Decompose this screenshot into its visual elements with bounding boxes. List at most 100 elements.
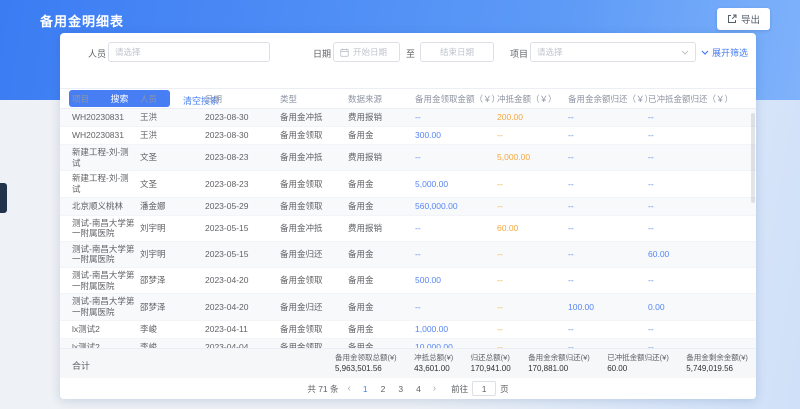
export-label: 导出 <box>741 12 760 26</box>
cell-offset_return: -- <box>648 338 756 348</box>
date-end-input[interactable]: 结束日期 <box>420 42 494 62</box>
cell-offset_return: -- <box>648 127 756 145</box>
col-balance-return: 备用金余额归还（￥） <box>568 89 648 109</box>
table-row[interactable]: 测试-南昌大学第一附属医院邵梦泽2023-04-20备用金领取备用金500.00… <box>60 268 756 294</box>
page-numbers: 1234 <box>360 384 424 394</box>
data-table: 项目 人员 日期 类型 数据来源 备用金领取金额（￥） 冲抵金额（￥） 备用金余… <box>60 88 756 348</box>
summary-remaining-total: 备用金剩余金额(¥) 5,749,019.56 <box>686 352 748 373</box>
main-card: 人员 日期 开始日期 至 结束日期 项目 请选择 <box>60 33 756 399</box>
cell-person: 文圣 <box>140 171 205 197</box>
cell-type: 备用金领取 <box>280 338 348 348</box>
cell-offset_return: -- <box>648 171 756 197</box>
summary-row: 合计 备用金领取总额(¥) 5,963,501.56 冲抵总额(¥) 43,60… <box>60 348 756 378</box>
cell-balance_return: 100.00 <box>568 294 648 320</box>
page-number-2[interactable]: 2 <box>378 384 389 394</box>
drawer-handle[interactable] <box>0 183 7 213</box>
cell-offset_return: -- <box>648 268 756 294</box>
cell-type: 备用金归还 <box>280 241 348 267</box>
calendar-icon <box>340 48 349 57</box>
cell-project: 测试-南昌大学第一附属医院 <box>60 268 140 294</box>
date-to-label: 至 <box>406 47 415 60</box>
export-button[interactable]: 导出 <box>717 8 770 30</box>
cell-received: 5,000.00 <box>415 171 497 197</box>
cell-offset_return: -- <box>648 215 756 241</box>
cell-project: lx测试2 <box>60 320 140 338</box>
cell-person: 李峻 <box>140 320 205 338</box>
cell-type: 备用金领取 <box>280 127 348 145</box>
page-number-3[interactable]: 3 <box>395 384 406 394</box>
table-row[interactable]: lx测试2李峻2023-04-04备用金领取备用金10,000.00------ <box>60 338 756 348</box>
project-select[interactable]: 请选择 <box>530 42 696 62</box>
cell-balance_return: -- <box>568 241 648 267</box>
table-row[interactable]: 测试-南昌大学第一附属医院刘宇明2023-05-15备用金归还备用金------… <box>60 241 756 267</box>
cell-project: 北京顺义桃林 <box>60 197 140 215</box>
cell-received: -- <box>415 215 497 241</box>
project-label: 项目 <box>510 47 528 60</box>
date-start-placeholder: 开始日期 <box>353 46 387 58</box>
col-person: 人员 <box>140 89 205 109</box>
cell-source: 备用金 <box>348 268 415 294</box>
cell-date: 2023-08-23 <box>205 171 280 197</box>
expand-filter-link[interactable]: 展开筛选 <box>701 46 748 59</box>
cell-project: 新建工程-刘-测试 <box>60 145 140 171</box>
cell-received: -- <box>415 109 497 127</box>
table-row[interactable]: 北京顺义桃林潘金娜2023-05-29备用金领取备用金560,000.00---… <box>60 197 756 215</box>
cell-person: 李峻 <box>140 338 205 348</box>
page-number-4[interactable]: 4 <box>413 384 424 394</box>
summary-balance-return-total: 备用金余额归还(¥) 170,881.00 <box>528 352 590 373</box>
table-row[interactable]: 新建工程-刘-测试文圣2023-08-23备用金冲抵费用报销--5,000.00… <box>60 145 756 171</box>
table-row[interactable]: 测试-南昌大学第一附属医院刘宇明2023-05-15备用金冲抵费用报销--60.… <box>60 215 756 241</box>
goto-page-input[interactable] <box>472 381 496 396</box>
cell-source: 备用金 <box>348 241 415 267</box>
cell-offset: 5,000.00 <box>497 145 568 171</box>
cell-person: 邵梦泽 <box>140 268 205 294</box>
table-row[interactable]: lx测试2李峻2023-04-11备用金领取备用金1,000.00------ <box>60 320 756 338</box>
filter-bar: 人员 日期 开始日期 至 结束日期 项目 请选择 <box>60 33 756 71</box>
cell-person: 王洪 <box>140 109 205 127</box>
cell-project: 测试-南昌大学第一附属医院 <box>60 294 140 320</box>
person-select-input[interactable] <box>108 42 270 62</box>
scrollbar[interactable] <box>751 113 755 203</box>
next-page-button[interactable]: › <box>431 383 438 394</box>
chevron-down-icon <box>681 50 689 55</box>
table-row[interactable]: 测试-南昌大学第一附属医院邵梦泽2023-04-20备用金归还备用金----10… <box>60 294 756 320</box>
cell-person: 刘宇明 <box>140 215 205 241</box>
cell-source: 备用金 <box>348 197 415 215</box>
table-row[interactable]: WH20230831王洪2023-08-30备用金领取备用金300.00----… <box>60 127 756 145</box>
cell-offset_return: -- <box>648 109 756 127</box>
cell-type: 备用金冲抵 <box>280 109 348 127</box>
table-row[interactable]: 新建工程-刘-测试文圣2023-08-23备用金领取备用金5,000.00---… <box>60 171 756 197</box>
cell-date: 2023-05-29 <box>205 197 280 215</box>
cell-received: -- <box>415 145 497 171</box>
date-start-input[interactable]: 开始日期 <box>333 42 400 62</box>
cell-offset: -- <box>497 171 568 197</box>
cell-balance_return: -- <box>568 197 648 215</box>
cell-source: 备用金 <box>348 320 415 338</box>
cell-source: 备用金 <box>348 338 415 348</box>
cell-type: 备用金冲抵 <box>280 145 348 171</box>
cell-project: 测试-南昌大学第一附属医院 <box>60 241 140 267</box>
cell-offset: -- <box>497 197 568 215</box>
page-title: 备用金明细表 <box>40 11 124 30</box>
cell-project: 新建工程-刘-测试 <box>60 171 140 197</box>
summary-offset-total: 冲抵总额(¥) 43,601.00 <box>414 352 453 373</box>
summary-offset-return-total: 已冲抵金额归还(¥) 60.00 <box>607 352 669 373</box>
col-offset-return: 已冲抵金额归还（￥） <box>648 89 756 109</box>
cell-balance_return: -- <box>568 109 648 127</box>
cell-type: 备用金归还 <box>280 294 348 320</box>
prev-page-button[interactable]: ‹ <box>346 383 353 394</box>
cell-offset: -- <box>497 294 568 320</box>
page-number-1[interactable]: 1 <box>360 384 371 394</box>
cell-offset: -- <box>497 127 568 145</box>
export-icon <box>727 14 737 24</box>
date-label: 日期 <box>313 47 331 60</box>
cell-type: 备用金领取 <box>280 320 348 338</box>
cell-type: 备用金领取 <box>280 268 348 294</box>
table-row[interactable]: WH20230831王洪2023-08-30备用金冲抵费用报销--200.00-… <box>60 109 756 127</box>
cell-offset_return: -- <box>648 320 756 338</box>
cell-offset: -- <box>497 241 568 267</box>
cell-balance_return: -- <box>568 268 648 294</box>
cell-source: 费用报销 <box>348 215 415 241</box>
cell-offset: 60.00 <box>497 215 568 241</box>
cell-source: 备用金 <box>348 171 415 197</box>
